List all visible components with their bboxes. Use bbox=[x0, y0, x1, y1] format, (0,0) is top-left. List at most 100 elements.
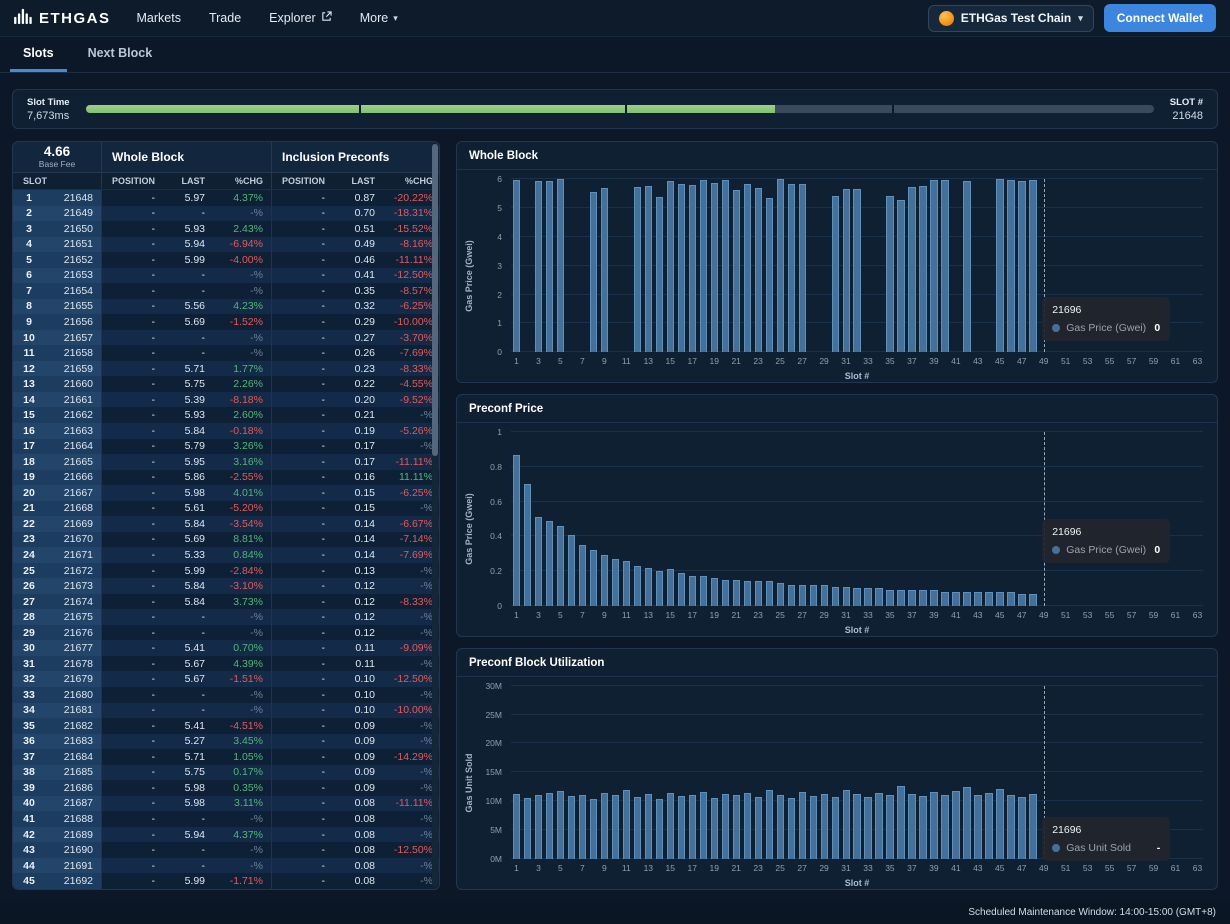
gas-bar[interactable] bbox=[689, 185, 696, 352]
gas-bar[interactable] bbox=[766, 198, 773, 352]
tab-next-block[interactable]: Next Block bbox=[75, 37, 166, 72]
table-row[interactable]: 3421681---%-0.10-10.00% bbox=[13, 703, 439, 719]
gas-bar[interactable] bbox=[744, 793, 751, 859]
nav-more[interactable]: More ▾ bbox=[360, 11, 398, 25]
gas-bar[interactable] bbox=[908, 187, 915, 352]
table-row[interactable]: 2021667-5.984.01%-0.15-6.25% bbox=[13, 485, 439, 501]
table-row[interactable]: 1421661-5.39-8.18%-0.20-9.52% bbox=[13, 392, 439, 408]
tab-slots[interactable]: Slots bbox=[10, 37, 67, 72]
gas-bar[interactable] bbox=[886, 795, 893, 859]
table-row[interactable]: 1021657---%-0.27-3.70% bbox=[13, 330, 439, 346]
gas-bar[interactable] bbox=[952, 592, 959, 606]
table-row[interactable]: 4421691---%-0.08-% bbox=[13, 858, 439, 874]
gas-bar[interactable] bbox=[755, 581, 762, 605]
table-row[interactable]: 1721664-5.793.26%-0.17-% bbox=[13, 439, 439, 455]
gas-bar[interactable] bbox=[941, 795, 948, 859]
gas-bar[interactable] bbox=[645, 794, 652, 859]
table-row[interactable]: 2521672-5.99-2.84%-0.13-% bbox=[13, 563, 439, 579]
table-row[interactable]: 3821685-5.750.17%-0.09-% bbox=[13, 765, 439, 781]
table-row[interactable]: 3921686-5.980.35%-0.09-% bbox=[13, 780, 439, 796]
table-row[interactable]: 921656-5.69-1.52%-0.29-10.00% bbox=[13, 314, 439, 330]
table-row[interactable]: 1121658---%-0.26-7.69% bbox=[13, 345, 439, 361]
gas-bar[interactable] bbox=[1018, 797, 1025, 859]
gas-bar[interactable] bbox=[952, 791, 959, 859]
gas-bar[interactable] bbox=[568, 796, 575, 859]
table-row[interactable]: 1821665-5.953.16%-0.17-11.11% bbox=[13, 454, 439, 470]
gas-bar[interactable] bbox=[535, 795, 542, 859]
nav-trade[interactable]: Trade bbox=[209, 11, 241, 25]
gas-bar[interactable] bbox=[656, 799, 663, 859]
table-row[interactable]: 4321690---%-0.08-12.50% bbox=[13, 842, 439, 858]
gas-bar[interactable] bbox=[513, 180, 520, 352]
table-row[interactable]: 4521692-5.99-1.71%-0.08-% bbox=[13, 873, 439, 889]
table-row[interactable]: 2721674-5.843.73%-0.12-8.33% bbox=[13, 594, 439, 610]
table-row[interactable]: 621653---%-0.41-12.50% bbox=[13, 268, 439, 284]
table-row[interactable]: 1521662-5.932.60%-0.21-% bbox=[13, 407, 439, 423]
gas-bar[interactable] bbox=[623, 790, 630, 859]
gas-bar[interactable] bbox=[832, 797, 839, 859]
gas-bar[interactable] bbox=[930, 792, 937, 859]
table-row[interactable]: 1621663-5.84-0.18%-0.19-5.26% bbox=[13, 423, 439, 439]
gas-bar[interactable] bbox=[700, 576, 707, 605]
table-row[interactable]: 3221679-5.67-1.51%-0.10-12.50% bbox=[13, 671, 439, 687]
table-row[interactable]: 221649---%-0.70-18.31% bbox=[13, 206, 439, 222]
gas-bar[interactable] bbox=[810, 585, 817, 606]
chain-selector[interactable]: ETHGas Test Chain ▾ bbox=[928, 5, 1094, 32]
gas-bar[interactable] bbox=[579, 545, 586, 606]
table-row[interactable]: 1221659-5.711.77%-0.23-8.33% bbox=[13, 361, 439, 377]
table-row[interactable]: 2821675---%-0.12-% bbox=[13, 609, 439, 625]
gas-bar[interactable] bbox=[667, 793, 674, 859]
gas-bar[interactable] bbox=[941, 592, 948, 606]
gas-bar[interactable] bbox=[886, 196, 893, 352]
gas-bar[interactable] bbox=[897, 590, 904, 606]
gas-bar[interactable] bbox=[645, 186, 652, 352]
gas-bar[interactable] bbox=[579, 795, 586, 859]
gas-bar[interactable] bbox=[1007, 180, 1014, 353]
gas-bar[interactable] bbox=[634, 187, 641, 352]
gas-bar[interactable] bbox=[513, 455, 520, 606]
gas-bar[interactable] bbox=[875, 793, 882, 859]
gas-bar[interactable] bbox=[557, 526, 564, 606]
gas-bar[interactable] bbox=[711, 798, 718, 859]
gas-bar[interactable] bbox=[557, 791, 564, 859]
gas-bar[interactable] bbox=[755, 797, 762, 859]
gas-bar[interactable] bbox=[689, 795, 696, 859]
gas-bar[interactable] bbox=[897, 786, 904, 859]
gas-bar[interactable] bbox=[766, 581, 773, 605]
gas-bar[interactable] bbox=[524, 798, 531, 859]
gas-bar[interactable] bbox=[799, 792, 806, 859]
table-row[interactable]: 3121678-5.674.39%-0.11-% bbox=[13, 656, 439, 672]
gas-bar[interactable] bbox=[996, 789, 1003, 859]
table-row[interactable]: 121648-5.974.37%-0.87-20.22% bbox=[13, 190, 439, 206]
table-row[interactable]: 3721684-5.711.05%-0.09-14.29% bbox=[13, 749, 439, 765]
gas-bar[interactable] bbox=[1029, 180, 1036, 352]
gas-bar[interactable] bbox=[678, 184, 685, 353]
table-row[interactable]: 3021677-5.410.70%-0.11-9.09% bbox=[13, 640, 439, 656]
table-row[interactable]: 421651-5.94-6.94%-0.49-8.16% bbox=[13, 237, 439, 253]
gas-bar[interactable] bbox=[535, 517, 542, 605]
table-row[interactable]: 2321670-5.698.81%-0.14-7.14% bbox=[13, 532, 439, 548]
gas-bar[interactable] bbox=[908, 794, 915, 859]
gas-bar[interactable] bbox=[821, 794, 828, 859]
gas-bar[interactable] bbox=[546, 793, 553, 859]
gas-bar[interactable] bbox=[524, 484, 531, 605]
gas-bar[interactable] bbox=[832, 587, 839, 606]
gas-bar[interactable] bbox=[601, 555, 608, 605]
gas-bar[interactable] bbox=[996, 179, 1003, 352]
gas-bar[interactable] bbox=[1007, 795, 1014, 859]
gas-bar[interactable] bbox=[634, 566, 641, 606]
gas-bar[interactable] bbox=[689, 576, 696, 605]
table-row[interactable]: 3321680---%-0.10-% bbox=[13, 687, 439, 703]
gas-bar[interactable] bbox=[1007, 592, 1014, 606]
gas-bar[interactable] bbox=[777, 795, 784, 859]
gas-bar[interactable] bbox=[755, 188, 762, 352]
gas-bar[interactable] bbox=[832, 196, 839, 352]
gas-bar[interactable] bbox=[678, 573, 685, 606]
gas-bar[interactable] bbox=[875, 588, 882, 605]
gas-bar[interactable] bbox=[821, 585, 828, 606]
table-row[interactable]: 2921676---%-0.12-% bbox=[13, 625, 439, 641]
gas-bar[interactable] bbox=[733, 580, 740, 606]
gas-bar[interactable] bbox=[766, 790, 773, 859]
gas-bar[interactable] bbox=[656, 197, 663, 353]
gas-bar[interactable] bbox=[535, 181, 542, 352]
